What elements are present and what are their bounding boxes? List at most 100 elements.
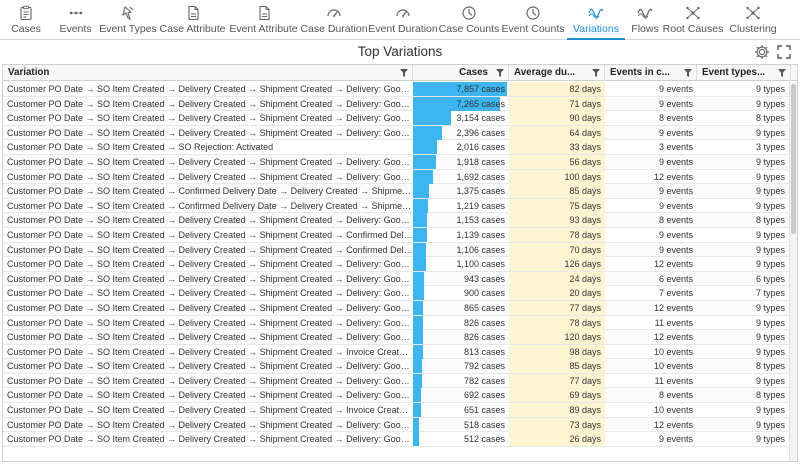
average-duration-cell[interactable]: 100 days bbox=[509, 169, 605, 185]
variation-cell[interactable]: Customer PO Date → SO Item Created → Del… bbox=[3, 155, 413, 170]
table-row[interactable]: Customer PO Date → SO Item Created → Del… bbox=[3, 330, 797, 345]
event-types-cell[interactable]: 9 types bbox=[697, 170, 789, 185]
variation-cell[interactable]: Customer PO Date → SO Item Created → Del… bbox=[3, 403, 413, 418]
average-duration-cell[interactable]: 77 days bbox=[509, 300, 605, 316]
event-types-cell[interactable]: 9 types bbox=[697, 243, 789, 258]
events-in-case-cell[interactable]: 6 events bbox=[605, 272, 697, 287]
nav-tab-case-duration[interactable]: Case Duration bbox=[299, 0, 369, 39]
events-in-case-cell[interactable]: 12 events bbox=[605, 257, 697, 272]
filter-icon[interactable] bbox=[778, 69, 786, 77]
cases-cell[interactable]: 792 cases bbox=[413, 359, 509, 374]
nav-tab-case-counts[interactable]: Case Counts bbox=[437, 0, 501, 39]
table-row[interactable]: Customer PO Date → SO Item Created → Del… bbox=[3, 271, 797, 287]
table-row[interactable]: Customer PO Date → SO Item Created → Del… bbox=[3, 169, 797, 185]
cases-cell[interactable]: 1,692 cases bbox=[413, 169, 509, 185]
event-types-cell[interactable]: 6 types bbox=[697, 272, 789, 287]
events-in-case-cell[interactable]: 3 events bbox=[605, 140, 697, 155]
cases-cell[interactable]: 813 cases bbox=[413, 344, 509, 360]
nav-tab-clustering[interactable]: Clustering bbox=[723, 0, 783, 39]
average-duration-cell[interactable]: 24 days bbox=[509, 271, 605, 287]
average-duration-cell[interactable]: 75 days bbox=[509, 198, 605, 214]
event-types-cell[interactable]: 9 types bbox=[697, 257, 789, 272]
event-types-cell[interactable]: 9 types bbox=[697, 330, 789, 345]
table-row[interactable]: Customer PO Date → SO Item Created → Del… bbox=[3, 359, 797, 374]
table-row[interactable]: Customer PO Date → SO Item Created → Del… bbox=[3, 213, 797, 228]
average-duration-cell[interactable]: 56 days bbox=[509, 154, 605, 170]
event-types-cell[interactable]: 9 types bbox=[697, 374, 789, 389]
table-row[interactable]: Customer PO Date → SO Item Created → SO … bbox=[3, 140, 797, 155]
average-duration-cell[interactable]: 33 days bbox=[509, 140, 605, 155]
cases-cell[interactable]: 3,154 cases bbox=[413, 111, 509, 126]
variation-cell[interactable]: Customer PO Date → SO Item Created → Con… bbox=[3, 184, 413, 199]
cases-cell[interactable]: 1,153 cases bbox=[413, 213, 509, 228]
scrollbar-thumb[interactable] bbox=[791, 84, 796, 234]
event-types-cell[interactable]: 9 types bbox=[697, 228, 789, 243]
variation-cell[interactable]: Customer PO Date → SO Item Created → Del… bbox=[3, 97, 413, 112]
table-row[interactable]: Customer PO Date → SO Item Created → Del… bbox=[3, 417, 797, 433]
average-duration-cell[interactable]: 69 days bbox=[509, 388, 605, 403]
table-row[interactable]: Customer PO Date → SO Item Created → Con… bbox=[3, 198, 797, 214]
average-duration-cell[interactable]: 89 days bbox=[509, 403, 605, 418]
event-types-cell[interactable]: 8 types bbox=[697, 388, 789, 403]
nav-tab-variations[interactable]: Variations bbox=[565, 0, 627, 40]
variation-cell[interactable]: Customer PO Date → SO Item Created → SO … bbox=[3, 140, 413, 155]
events-in-case-cell[interactable]: 12 events bbox=[605, 330, 697, 345]
events-in-case-cell[interactable]: 9 events bbox=[605, 199, 697, 214]
cases-cell[interactable]: 2,396 cases bbox=[413, 125, 509, 141]
table-row[interactable]: Customer PO Date → SO Item Created → Del… bbox=[3, 82, 797, 97]
nav-tab-root-causes[interactable]: Root Causes bbox=[663, 0, 723, 39]
nav-tab-event-types[interactable]: Event Types bbox=[99, 0, 157, 39]
event-types-cell[interactable]: 9 types bbox=[697, 82, 789, 97]
cases-cell[interactable]: 651 cases bbox=[413, 403, 509, 418]
cases-cell[interactable]: 865 cases bbox=[413, 300, 509, 316]
events-in-case-cell[interactable]: 9 events bbox=[605, 155, 697, 170]
variation-cell[interactable]: Customer PO Date → SO Item Created → Del… bbox=[3, 432, 413, 447]
events-in-case-cell[interactable]: 10 events bbox=[605, 345, 697, 360]
cases-cell[interactable]: 826 cases bbox=[413, 315, 509, 331]
variation-cell[interactable]: Customer PO Date → SO Item Created → Con… bbox=[3, 199, 413, 214]
event-types-cell[interactable]: 9 types bbox=[697, 345, 789, 360]
table-row[interactable]: Customer PO Date → SO Item Created → Del… bbox=[3, 432, 797, 447]
cases-cell[interactable]: 1,139 cases bbox=[413, 227, 509, 243]
table-row[interactable]: Customer PO Date → SO Item Created → Del… bbox=[3, 242, 797, 258]
column-header-average-duration[interactable]: Average du... bbox=[509, 65, 605, 81]
event-types-cell[interactable]: 9 types bbox=[697, 432, 789, 447]
table-row[interactable]: Customer PO Date → SO Item Created → Del… bbox=[3, 96, 797, 112]
events-in-case-cell[interactable]: 10 events bbox=[605, 403, 697, 418]
event-types-cell[interactable]: 8 types bbox=[697, 111, 789, 126]
average-duration-cell[interactable]: 26 days bbox=[509, 432, 605, 447]
column-header-cases[interactable]: Cases bbox=[413, 65, 509, 81]
variation-cell[interactable]: Customer PO Date → SO Item Created → Del… bbox=[3, 170, 413, 185]
variation-cell[interactable]: Customer PO Date → SO Item Created → Del… bbox=[3, 418, 413, 433]
table-row[interactable]: Customer PO Date → SO Item Created → Con… bbox=[3, 184, 797, 199]
event-types-cell[interactable]: 9 types bbox=[697, 403, 789, 418]
events-in-case-cell[interactable]: 9 events bbox=[605, 228, 697, 243]
table-row[interactable]: Customer PO Date → SO Item Created → Del… bbox=[3, 227, 797, 243]
variation-cell[interactable]: Customer PO Date → SO Item Created → Del… bbox=[3, 126, 413, 141]
average-duration-cell[interactable]: 78 days bbox=[509, 227, 605, 243]
average-duration-cell[interactable]: 78 days bbox=[509, 315, 605, 331]
event-types-cell[interactable]: 8 types bbox=[697, 213, 789, 228]
average-duration-cell[interactable]: 64 days bbox=[509, 125, 605, 141]
average-duration-cell[interactable]: 120 days bbox=[509, 330, 605, 345]
table-row[interactable]: Customer PO Date → SO Item Created → Del… bbox=[3, 111, 797, 126]
variation-cell[interactable]: Customer PO Date → SO Item Created → Del… bbox=[3, 243, 413, 258]
cases-cell[interactable]: 1,918 cases bbox=[413, 154, 509, 170]
events-in-case-cell[interactable]: 9 events bbox=[605, 432, 697, 447]
cases-cell[interactable]: 518 cases bbox=[413, 417, 509, 433]
variation-cell[interactable]: Customer PO Date → SO Item Created → Del… bbox=[3, 272, 413, 287]
events-in-case-cell[interactable]: 9 events bbox=[605, 126, 697, 141]
event-types-cell[interactable]: 7 types bbox=[697, 286, 789, 301]
event-types-cell[interactable]: 9 types bbox=[697, 126, 789, 141]
events-in-case-cell[interactable]: 9 events bbox=[605, 243, 697, 258]
cases-cell[interactable]: 943 cases bbox=[413, 271, 509, 287]
event-types-cell[interactable]: 9 types bbox=[697, 155, 789, 170]
cases-cell[interactable]: 1,219 cases bbox=[413, 198, 509, 214]
event-types-cell[interactable]: 9 types bbox=[697, 418, 789, 433]
column-header-event-types[interactable]: Event types... bbox=[697, 65, 791, 81]
average-duration-cell[interactable]: 126 days bbox=[509, 257, 605, 272]
fullscreen-icon[interactable] bbox=[776, 44, 792, 60]
cases-cell[interactable]: 826 cases bbox=[413, 330, 509, 345]
variation-cell[interactable]: Customer PO Date → SO Item Created → Del… bbox=[3, 359, 413, 374]
events-in-case-cell[interactable]: 8 events bbox=[605, 111, 697, 126]
